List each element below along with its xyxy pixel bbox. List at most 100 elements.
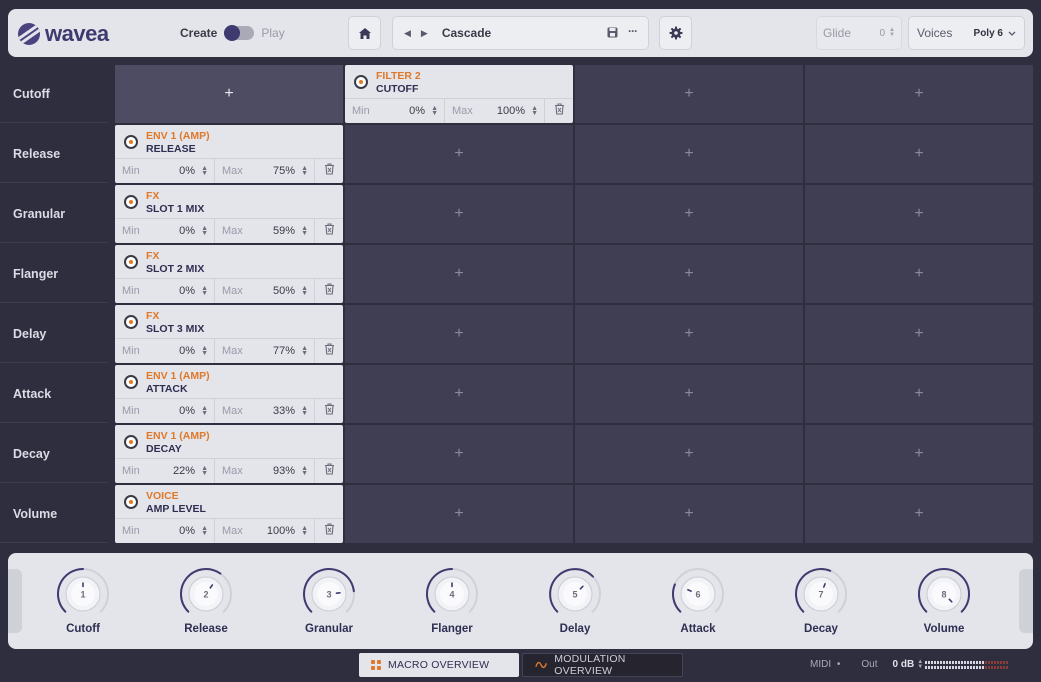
modulation-target[interactable]: RELEASE [146, 143, 196, 155]
macro-knob[interactable]: 6 Attack [663, 567, 733, 635]
modulation-target[interactable]: AMP LEVEL [146, 503, 206, 515]
macro-knob[interactable]: 1 Cutoff [48, 567, 118, 635]
min-field[interactable]: Min 0% ▲ ▼ [115, 399, 215, 423]
macro-knob[interactable]: 2 Release [171, 567, 241, 635]
spinner-icon[interactable]: ▲ ▼ [301, 465, 308, 477]
modulation-source[interactable]: ENV 1 (AMP) [146, 430, 210, 442]
delete-modulation-button[interactable] [315, 459, 343, 483]
home-button[interactable] [348, 16, 381, 50]
add-modulation-cell[interactable]: + [575, 185, 803, 243]
add-modulation-cell[interactable]: + [805, 365, 1033, 423]
macro-knob[interactable]: 7 Decay [786, 567, 856, 635]
max-value[interactable]: 75% [273, 165, 295, 177]
spinner-icon[interactable]: ▲ ▼ [201, 345, 208, 357]
spinner-icon[interactable]: ▲ ▼ [301, 345, 308, 357]
add-modulation-cell[interactable]: + [575, 65, 803, 123]
spinner-icon[interactable]: ▲ ▼ [301, 405, 308, 417]
spinner-icon[interactable]: ▲ ▼ [301, 225, 308, 237]
max-value[interactable]: 50% [273, 285, 295, 297]
modulation-source-icon[interactable] [354, 75, 368, 89]
add-modulation-cell[interactable]: + [575, 365, 803, 423]
max-value[interactable]: 33% [273, 405, 295, 417]
add-modulation-cell[interactable]: + [575, 425, 803, 483]
macro-knob[interactable]: 3 Granular [294, 567, 364, 635]
max-field[interactable]: Max 77% ▲ ▼ [215, 339, 315, 363]
settings-button[interactable] [659, 16, 692, 50]
add-modulation-cell[interactable]: + [575, 125, 803, 183]
min-value[interactable]: 0% [179, 525, 195, 537]
modulation-source[interactable]: ENV 1 (AMP) [146, 130, 210, 142]
delete-modulation-button[interactable] [545, 99, 573, 123]
max-value[interactable]: 77% [273, 345, 295, 357]
min-field[interactable]: Min 0% ▲ ▼ [115, 519, 215, 543]
add-modulation-cell[interactable]: + [115, 65, 343, 123]
min-value[interactable]: 0% [409, 105, 425, 117]
add-modulation-cell[interactable]: + [345, 305, 573, 363]
modulation-source-icon[interactable] [124, 315, 138, 329]
macro-knob[interactable]: 4 Flanger [417, 567, 487, 635]
min-field[interactable]: Min 22% ▲ ▼ [115, 459, 215, 483]
spinner-icon[interactable]: ▲ ▼ [531, 105, 538, 117]
modulation-target[interactable]: DECAY [146, 443, 182, 455]
add-modulation-cell[interactable]: + [805, 425, 1033, 483]
min-field[interactable]: Min 0% ▲ ▼ [115, 279, 215, 303]
modulation-source[interactable]: FX [146, 190, 159, 202]
min-value[interactable]: 0% [179, 165, 195, 177]
spinner-icon[interactable]: ▲ ▼ [301, 525, 308, 537]
add-modulation-cell[interactable]: + [805, 245, 1033, 303]
spinner-icon[interactable]: ▲ ▼ [431, 105, 438, 117]
min-field[interactable]: Min 0% ▲ ▼ [115, 219, 215, 243]
spinner-icon[interactable]: ▲ ▼ [301, 285, 308, 297]
spinner-icon[interactable]: ▲ ▼ [201, 465, 208, 477]
add-modulation-cell[interactable]: + [805, 185, 1033, 243]
modulation-source-icon[interactable] [124, 255, 138, 269]
max-value[interactable]: 59% [273, 225, 295, 237]
tab-macro-overview[interactable]: MACRO OVERVIEW [359, 653, 519, 677]
add-modulation-cell[interactable]: + [805, 125, 1033, 183]
max-field[interactable]: Max 59% ▲ ▼ [215, 219, 315, 243]
next-preset-icon[interactable]: ▶ [421, 28, 428, 39]
create-mode-label[interactable]: Create [180, 26, 217, 40]
modulation-source-icon[interactable] [124, 435, 138, 449]
max-field[interactable]: Max 33% ▲ ▼ [215, 399, 315, 423]
glide-control[interactable]: Glide 0 ▲ ▼ [816, 16, 902, 50]
voices-dropdown[interactable]: Voices Poly 6 [908, 16, 1025, 50]
add-modulation-cell[interactable]: + [575, 305, 803, 363]
modulation-source[interactable]: FILTER 2 [376, 70, 421, 82]
save-icon[interactable] [607, 27, 618, 38]
output-level-value[interactable]: 0 dB [893, 659, 915, 670]
delete-modulation-button[interactable] [315, 339, 343, 363]
max-field[interactable]: Max 93% ▲ ▼ [215, 459, 315, 483]
spinner-icon[interactable]: ▲ ▼ [301, 165, 308, 177]
spinner-icon[interactable]: ▲ ▼ [201, 165, 208, 177]
min-field[interactable]: Min 0% ▲ ▼ [115, 159, 215, 183]
add-modulation-cell[interactable]: + [805, 305, 1033, 363]
max-field[interactable]: Max 50% ▲ ▼ [215, 279, 315, 303]
max-value[interactable]: 100% [267, 525, 295, 537]
add-modulation-cell[interactable]: + [345, 485, 573, 543]
create-play-toggle[interactable] [224, 25, 255, 41]
delete-modulation-button[interactable] [315, 279, 343, 303]
add-modulation-cell[interactable]: + [345, 425, 573, 483]
tab-modulation-overview[interactable]: MODULATION OVERVIEW [522, 653, 683, 677]
max-value[interactable]: 100% [497, 105, 525, 117]
add-modulation-cell[interactable]: + [345, 365, 573, 423]
min-value[interactable]: 0% [179, 285, 195, 297]
max-field[interactable]: Max 100% ▲ ▼ [445, 99, 545, 123]
max-field[interactable]: Max 75% ▲ ▼ [215, 159, 315, 183]
modulation-source[interactable]: FX [146, 250, 159, 262]
modulation-source[interactable]: VOICE [146, 490, 179, 502]
preset-name[interactable]: Cascade [442, 26, 491, 40]
min-value[interactable]: 0% [179, 225, 195, 237]
delete-modulation-button[interactable] [315, 219, 343, 243]
spinner-icon[interactable]: ▲ ▼ [201, 405, 208, 417]
min-value[interactable]: 0% [179, 405, 195, 417]
more-options-icon[interactable]: ··· [628, 24, 638, 38]
modulation-source-icon[interactable] [124, 375, 138, 389]
add-modulation-cell[interactable]: + [805, 65, 1033, 123]
modulation-source[interactable]: FX [146, 310, 159, 322]
spinner-icon[interactable]: ▲ ▼ [201, 225, 208, 237]
macro-knob[interactable]: 5 Delay [540, 567, 610, 635]
macro-knob[interactable]: 8 Volume [909, 567, 979, 635]
delete-modulation-button[interactable] [315, 159, 343, 183]
